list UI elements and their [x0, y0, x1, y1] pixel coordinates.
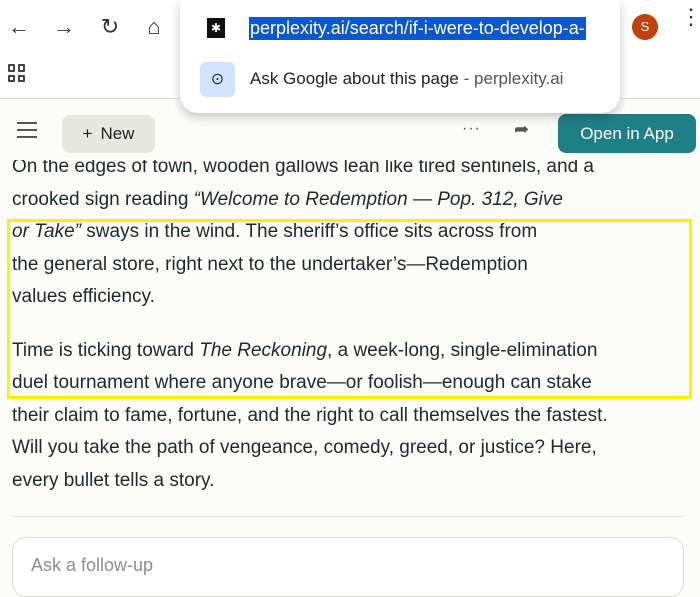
- text-line: every bullet tells a story.: [12, 465, 700, 498]
- plus-icon: +: [82, 124, 93, 143]
- text-segment: Will you take the path of vengeance, com…: [12, 437, 597, 458]
- text-segment: the general store, right next to the und…: [12, 253, 528, 275]
- google-lens-icon: ⊙: [200, 62, 235, 97]
- text-line: or Take” sways in the wind. The sheriff’…: [12, 216, 700, 249]
- follow-up-input[interactable]: Ask a follow-up: [12, 537, 684, 597]
- menu-kebab-icon[interactable]: ⋮: [680, 6, 700, 28]
- divider: [12, 516, 684, 517]
- home-icon[interactable]: ⌂: [142, 14, 166, 40]
- site-favicon-icon: ✱: [207, 18, 225, 38]
- paragraph-town: On the edges of town, wooden gallows lea…: [12, 151, 700, 314]
- text-line: duel tournament where anyone brave—or fo…: [12, 367, 700, 400]
- text-line: Will you take the path of vengeance, com…: [12, 432, 700, 465]
- new-thread-button[interactable]: + New: [62, 115, 155, 153]
- paragraph-reckoning: Time is ticking toward The Reckoning, a …: [12, 335, 700, 498]
- italic-text: The Reckoning: [199, 339, 328, 361]
- share-icon[interactable]: ➦: [514, 119, 529, 140]
- text-line: crooked sign reading “Welcome to Redempt…: [12, 184, 700, 217]
- text-segment: Time is ticking toward: [12, 339, 200, 361]
- text-segment: values efficiency.: [12, 286, 155, 307]
- suggestion-separator: -: [458, 69, 474, 88]
- text-segment: sways in the wind. The sheriff’s office …: [81, 221, 538, 242]
- ask-google-suggestion[interactable]: Ask Google about this page - perplexity.…: [250, 69, 563, 89]
- open-in-app-button[interactable]: Open in App: [558, 114, 696, 153]
- text-segment: crooked sign reading: [12, 188, 194, 210]
- text-line: the general store, right next to the und…: [12, 249, 700, 282]
- reload-icon[interactable]: ↻: [98, 14, 122, 40]
- text-line: Time is ticking toward The Reckoning, a …: [12, 335, 700, 368]
- hamburger-menu-icon[interactable]: [17, 122, 37, 143]
- apps-grid-icon[interactable]: [8, 64, 26, 82]
- suggestion-domain: perplexity.ai: [473, 69, 564, 88]
- italic-text: “Welcome to Redemption — Pop. 312, Give: [193, 188, 563, 210]
- url-input[interactable]: perplexity.ai/search/if-i-were-to-develo…: [249, 17, 586, 40]
- forward-icon[interactable]: →: [52, 14, 76, 40]
- back-icon[interactable]: ←: [7, 14, 31, 40]
- text-line: their claim to fame, fortune, and the ri…: [12, 400, 700, 433]
- omnibox-dropdown: ✱ perplexity.ai/search/if-i-were-to-deve…: [180, 0, 620, 113]
- text-segment: duel tournament where anyone brave—or fo…: [12, 372, 592, 393]
- text-segment: their claim to fame, fortune, and the ri…: [12, 404, 608, 426]
- suggestion-text: Ask Google about this page: [250, 69, 459, 88]
- more-options-icon[interactable]: ···: [462, 120, 481, 138]
- text-segment: , a week-long, single-elimination: [327, 339, 598, 361]
- profile-avatar[interactable]: S: [632, 14, 658, 40]
- text-segment: every bullet tells a story.: [12, 469, 215, 491]
- answer-content: On the edges of town, wooden gallows lea…: [12, 151, 700, 497]
- text-line: values efficiency.: [12, 281, 700, 314]
- new-label: New: [100, 124, 135, 143]
- italic-text: or Take”: [12, 221, 81, 242]
